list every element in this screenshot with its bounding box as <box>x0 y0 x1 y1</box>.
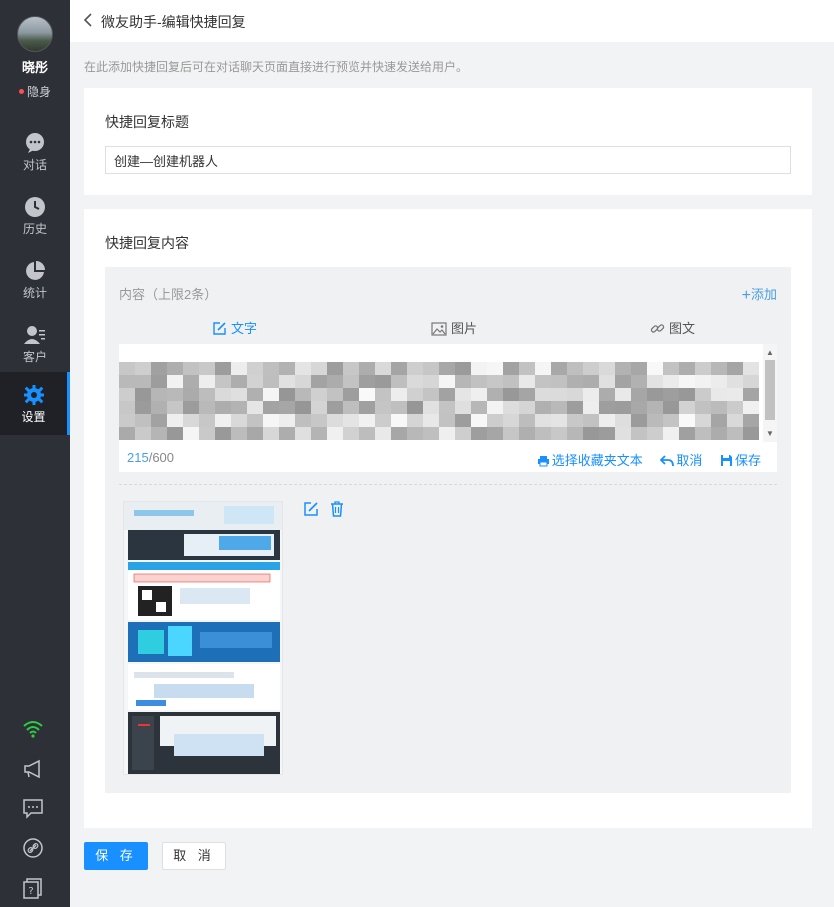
editor-footer: 215/600 选择收藏夹文本 取消 保存 <box>119 442 777 472</box>
help-icon[interactable]: ? <box>22 877 44 899</box>
undo-icon <box>660 454 675 466</box>
sidebar-item-chat[interactable]: 对话 <box>0 126 70 188</box>
blurred-text-content <box>119 362 759 440</box>
sidebar-item-label: 设置 <box>21 410 46 424</box>
char-count-current: 215 <box>127 450 149 465</box>
tab-label: 文字 <box>231 321 258 336</box>
sidebar-item-label: 客户 <box>22 350 47 364</box>
char-count-max: /600 <box>148 450 175 465</box>
thumbnail-actions <box>303 501 351 520</box>
page-title: 微友助手-编辑快捷回复 <box>101 14 246 30</box>
sidebar-item-customers[interactable]: 客户 <box>0 318 70 380</box>
scroll-down-icon[interactable]: ▼ <box>766 429 774 438</box>
editor-actions: 选择收藏夹文本 取消 保存 <box>523 450 761 469</box>
sidebar-item-label: 统计 <box>22 286 47 300</box>
title-section-heading: 快捷回复标题 <box>105 114 189 130</box>
tab-article[interactable]: 图文 <box>650 318 695 337</box>
reply-title-input[interactable] <box>105 146 791 174</box>
sidebar: 晓彤 隐身 对话 历史 统计 客户 设置 ? <box>0 0 70 907</box>
tab-label: 图文 <box>669 321 696 336</box>
avatar[interactable] <box>17 16 53 52</box>
cancel-button[interactable]: 取 消 <box>162 842 226 870</box>
printer-icon <box>537 455 549 467</box>
sidebar-item-stats[interactable]: 统计 <box>0 254 70 316</box>
header: 微友助手-编辑快捷回复 <box>70 0 834 42</box>
screenshot-image <box>124 502 282 774</box>
image-icon <box>431 321 447 336</box>
trash-icon[interactable] <box>329 501 345 517</box>
chevron-left-icon[interactable] <box>82 12 96 28</box>
tab-label: 图片 <box>451 321 478 336</box>
user-name: 晓彤 <box>21 60 48 75</box>
save-edit-label: 保存 <box>734 453 761 468</box>
user-status-label: 隐身 <box>26 85 51 99</box>
save-edit-button[interactable]: 保存 <box>720 453 761 468</box>
select-favorites-label: 选择收藏夹文本 <box>551 453 643 468</box>
pie-chart-icon <box>26 261 45 280</box>
sidebar-item-label: 历史 <box>22 222 47 236</box>
link-circle-icon[interactable] <box>22 837 44 859</box>
cancel-edit-label: 取消 <box>676 453 703 468</box>
edit-image-icon[interactable] <box>303 501 319 517</box>
char-counter: 215/600 <box>127 450 174 465</box>
save-button[interactable]: 保 存 <box>84 842 148 870</box>
customer-icon <box>24 326 45 344</box>
content-card: 快捷回复内容 内容（上限2条） +添加 文字 图片 图文 ▲ ▼ 215/600 <box>84 209 812 828</box>
sidebar-item-label: 对话 <box>22 158 47 172</box>
megaphone-icon[interactable] <box>22 758 44 780</box>
gear-icon <box>23 385 44 405</box>
image-thumbnail[interactable] <box>123 501 283 775</box>
content-box: 内容（上限2条） +添加 文字 图片 图文 ▲ ▼ 215/600 选择收藏夹文… <box>105 267 791 793</box>
edit-icon <box>213 322 226 335</box>
content-limit-label: 内容（上限2条） <box>119 287 218 302</box>
tab-image[interactable]: 图片 <box>431 318 477 337</box>
cancel-edit-button[interactable]: 取消 <box>660 453 702 468</box>
plus-icon: + <box>741 287 751 304</box>
scroll-up-icon[interactable]: ▲ <box>766 348 774 357</box>
divider <box>119 484 777 485</box>
chat-icon <box>26 133 44 153</box>
page-hint: 在此添加快捷回复后可在对话聊天页面直接进行预览并快速发送给用户。 <box>84 60 469 74</box>
add-label: 添加 <box>750 287 777 302</box>
status-dot <box>18 89 24 95</box>
sidebar-item-settings[interactable]: 设置 <box>0 372 70 435</box>
save-icon <box>720 455 732 467</box>
title-card: 快捷回复标题 <box>84 88 812 195</box>
scroll-thumb[interactable] <box>765 360 775 420</box>
svg-text:?: ? <box>28 886 33 897</box>
wifi-icon[interactable] <box>22 718 44 740</box>
editor-scrollbar[interactable]: ▲ ▼ <box>763 344 777 442</box>
user-status[interactable]: 隐身 <box>0 83 70 100</box>
clock-icon <box>25 197 45 217</box>
content-section-heading: 快捷回复内容 <box>105 235 189 251</box>
sidebar-item-history[interactable]: 历史 <box>0 190 70 252</box>
message-icon[interactable] <box>22 797 44 819</box>
select-favorites-button[interactable]: 选择收藏夹文本 <box>537 453 643 468</box>
text-editor[interactable]: ▲ ▼ <box>119 344 777 442</box>
add-content-button[interactable]: +添加 <box>742 284 777 304</box>
tab-text[interactable]: 文字 <box>212 318 257 337</box>
link-icon <box>650 324 665 333</box>
